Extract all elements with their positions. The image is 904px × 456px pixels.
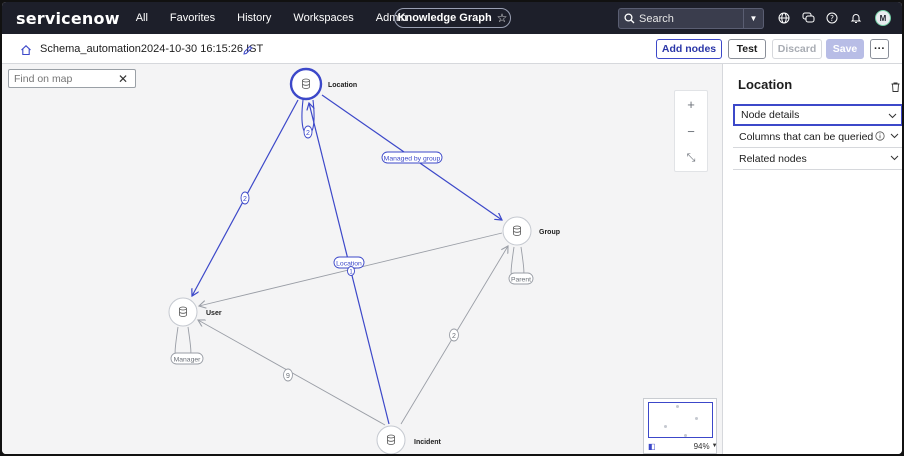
section-label: Related nodes <box>739 152 807 165</box>
servicenow-logo[interactable]: servicenow <box>16 9 120 28</box>
section-node-details[interactable]: Node details <box>733 104 902 126</box>
pencil-icon[interactable] <box>242 43 254 61</box>
edge-label-managed-by-group[interactable]: Managed by group <box>381 151 443 164</box>
edge-label-location-count[interactable]: 1 <box>347 266 355 276</box>
app-window: servicenow All Favorites History Workspa… <box>2 2 902 454</box>
avatar[interactable]: M <box>875 10 891 26</box>
fit-to-screen-button[interactable]: ⤡ <box>675 145 707 172</box>
discard-button[interactable]: Discard <box>772 39 822 59</box>
svg-text:?: ? <box>830 14 834 23</box>
home-icon[interactable] <box>20 43 32 61</box>
edge-label-incident-user[interactable]: 9 <box>283 368 293 382</box>
help-icon[interactable]: ? <box>825 11 839 25</box>
edge-label-location-badge[interactable]: Location <box>333 256 365 269</box>
node-details-panel: Location Node details Columns that can b… <box>722 64 902 454</box>
add-nodes-button[interactable]: Add nodes <box>656 39 722 59</box>
edge-label-group-parent[interactable]: Parent <box>508 272 534 285</box>
graph-svg[interactable]: Location Group User Incident 2 Managed b… <box>2 64 722 454</box>
minimap-node <box>664 425 667 428</box>
context-pill-label: Knowledge Graph <box>397 12 492 24</box>
bell-icon[interactable] <box>849 11 863 25</box>
nav-favorites[interactable]: Favorites <box>170 12 215 24</box>
chevron-down-icon[interactable]: ▼ <box>712 443 718 449</box>
graph-canvas[interactable]: Location Group User Incident 2 Managed b… <box>2 64 722 454</box>
svg-text:2: 2 <box>452 333 456 340</box>
edge-label-location-self[interactable]: 2 <box>303 125 313 139</box>
edge-label-user-manager[interactable]: Manager <box>170 352 204 365</box>
zoom-in-button[interactable]: + <box>675 91 707 118</box>
minimap-zoom-level[interactable]: 94% <box>694 442 710 451</box>
edge-label-location-user[interactable]: 2 <box>240 191 250 205</box>
global-search[interactable]: Search ▼ <box>618 8 764 29</box>
node-user-label: User <box>206 310 222 317</box>
chat-icon[interactable] <box>801 11 815 25</box>
nav-all[interactable]: All <box>136 12 148 24</box>
minimap-toggle-icon[interactable]: ◧ <box>648 442 656 451</box>
more-options-button[interactable]: ··· <box>870 39 889 59</box>
schema-toolbar: Schema_automation2024-10-30 16:15:26 IST… <box>2 34 902 64</box>
svg-text:2: 2 <box>243 196 247 203</box>
chevron-down-icon[interactable] <box>888 111 897 123</box>
close-icon[interactable]: ✕ <box>118 72 128 86</box>
node-group[interactable]: Group <box>502 216 560 246</box>
search-icon <box>619 13 639 24</box>
svg-text:Managed by group: Managed by group <box>384 156 441 163</box>
trash-icon[interactable] <box>891 79 900 97</box>
search-input[interactable]: Search <box>639 13 743 25</box>
minimap-node <box>676 405 679 408</box>
node-incident[interactable]: Incident <box>376 425 442 454</box>
svg-text:9: 9 <box>286 373 290 380</box>
node-location-label: Location <box>328 82 357 89</box>
nav-workspaces[interactable]: Workspaces <box>293 12 353 24</box>
chevron-down-icon[interactable] <box>890 153 899 165</box>
node-group-label: Group <box>539 229 560 236</box>
zoom-controls: + − ⤡ <box>674 90 708 172</box>
top-navigation: servicenow All Favorites History Workspa… <box>2 2 902 34</box>
minimap-viewport[interactable] <box>648 402 713 438</box>
zoom-out-button[interactable]: − <box>675 118 707 145</box>
minimap-node <box>684 434 687 437</box>
edge-label-incident-group[interactable]: 2 <box>449 328 459 342</box>
schema-title: Schema_automation2024-10-30 16:15:26 IST <box>40 43 264 55</box>
context-pill[interactable]: Knowledge Graph ☆ <box>394 8 511 28</box>
info-icon[interactable] <box>875 131 885 144</box>
chevron-down-icon[interactable] <box>890 131 899 143</box>
section-queryable-columns[interactable]: Columns that can be queried <box>733 126 902 148</box>
panel-title: Location <box>738 77 793 92</box>
nav-history[interactable]: History <box>237 12 271 24</box>
node-incident-label: Incident <box>414 439 442 446</box>
edge-group-parent[interactable] <box>510 246 525 277</box>
minimap-footer: ◧ 94% ▼ <box>644 439 718 453</box>
globe-icon[interactable] <box>777 11 791 25</box>
edge-user-manager[interactable] <box>174 326 192 357</box>
test-button[interactable]: Test <box>728 39 766 59</box>
find-on-map-input[interactable] <box>14 72 114 85</box>
save-button[interactable]: Save <box>826 39 864 59</box>
svg-text:Parent: Parent <box>511 277 531 284</box>
section-related-nodes[interactable]: Related nodes <box>733 148 902 170</box>
svg-text:2: 2 <box>306 130 310 137</box>
star-icon[interactable]: ☆ <box>497 11 508 25</box>
section-label: Node details <box>741 109 800 121</box>
search-scope-dropdown[interactable]: ▼ <box>743 9 763 28</box>
section-label: Columns that can be queried <box>739 130 874 143</box>
minimap-node <box>695 417 698 420</box>
svg-text:Location: Location <box>336 261 362 268</box>
minimap[interactable]: ◧ 94% ▼ <box>643 398 718 454</box>
svg-text:Manager: Manager <box>174 357 202 364</box>
find-on-map: ✕ <box>8 69 136 88</box>
node-location[interactable]: Location <box>289 67 357 101</box>
